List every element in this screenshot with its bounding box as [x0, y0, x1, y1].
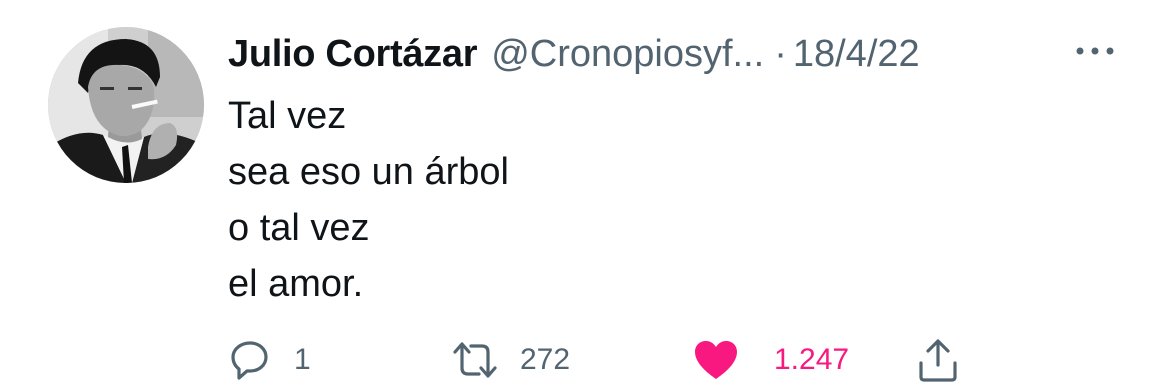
like-button[interactable]: 1.247 [692, 334, 849, 386]
share-button[interactable] [916, 334, 960, 386]
share-icon [919, 339, 957, 382]
retweet-button[interactable]: 272 [452, 334, 570, 386]
separator-dot: · [774, 33, 787, 75]
author-name[interactable]: Julio Cortázar [228, 30, 477, 78]
tweet[interactable]: Julio Cortázar @Cronopiosyf... · 18/4/22… [0, 0, 1169, 389]
more-options-button[interactable] [1070, 36, 1120, 66]
tweet-text-line: Tal vez [228, 95, 347, 137]
tweet-text-line: el amor. [228, 263, 364, 305]
tweet-date[interactable]: 18/4/22 [793, 30, 920, 78]
tweet-header: Julio Cortázar @Cronopiosyf... · 18/4/22 [228, 30, 920, 78]
tweet-text: Tal vez sea eso un árbol o tal vez el am… [228, 88, 509, 312]
tweet-text-line: o tal vez [228, 207, 370, 249]
more-icon [1076, 47, 1114, 55]
retweet-count: 272 [520, 343, 571, 376]
like-count: 1.247 [774, 343, 850, 376]
reply-count: 1 [294, 343, 311, 376]
reply-icon [231, 341, 268, 380]
tweet-actions: 1 272 1.247 [228, 334, 988, 386]
reply-button[interactable]: 1 [228, 334, 311, 386]
avatar[interactable] [48, 27, 204, 183]
retweet-icon [453, 342, 497, 378]
avatar-photo [48, 27, 204, 183]
tweet-text-line: sea eso un árbol [228, 151, 509, 193]
author-handle[interactable]: @Cronopiosyf... [491, 30, 764, 78]
heart-icon [695, 341, 737, 379]
